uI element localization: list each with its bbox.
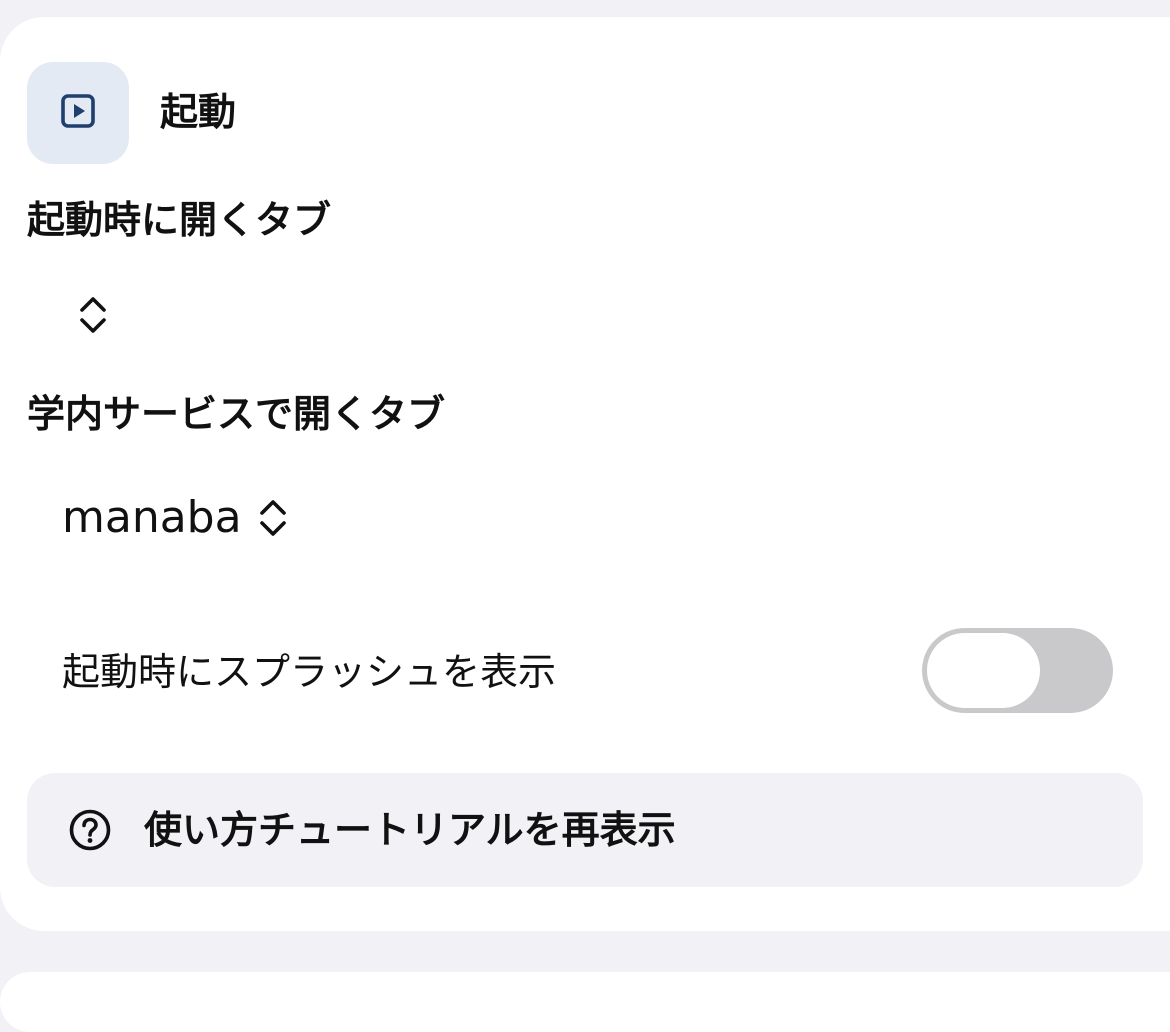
splash-toggle[interactable] [922,628,1113,713]
section-icon-box [27,62,129,164]
section-title: 起動 [160,90,237,134]
campus-tab-picker[interactable]: manaba [62,490,290,546]
campus-tab-label: 学内サービスで開くタブ [27,392,446,436]
show-tutorial-label: 使い方チュートリアルを再表示 [144,808,676,852]
startup-tab-label: 起動時に開くタブ [27,198,332,242]
chevron-up-down-icon [256,495,290,541]
chevron-up-down-icon [76,292,110,338]
startup-tab-picker[interactable] [62,287,110,343]
toggle-knob [927,633,1040,708]
campus-tab-value: manaba [62,492,242,543]
question-circle-icon [66,806,114,854]
play-square-icon [60,93,96,133]
next-settings-card [0,972,1170,1032]
show-tutorial-button[interactable]: 使い方チュートリアルを再表示 [27,773,1143,887]
splash-toggle-label: 起動時にスプラッシュを表示 [62,650,557,694]
